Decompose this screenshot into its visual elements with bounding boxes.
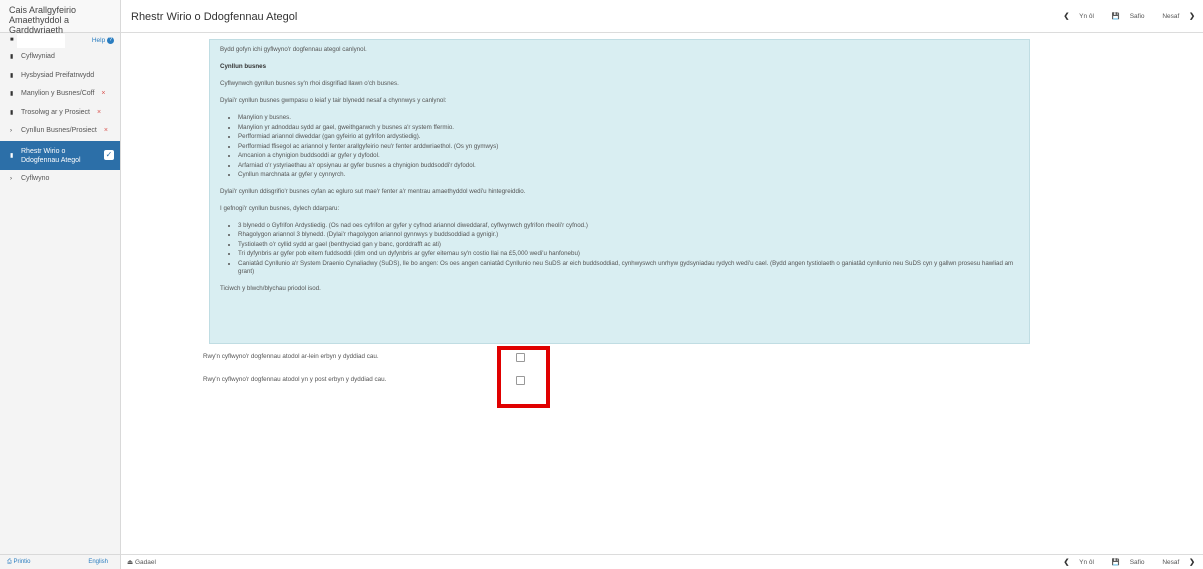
supporting-docs-list: 3 blynedd o Gyfrifon Ardystiedig. (Os na… bbox=[220, 222, 1019, 277]
check-icon: ✓ bbox=[104, 149, 114, 160]
error-icon: × bbox=[101, 90, 106, 97]
page-title: Rhestr Wirio o Ddogfennau Ategol bbox=[131, 11, 298, 23]
list-item: Manylion yr adnoddau sydd ar gael, gweit… bbox=[238, 124, 1019, 133]
print-label: Printio bbox=[13, 559, 31, 565]
chevron-right-icon: › bbox=[10, 175, 12, 182]
printer-icon: ⎙ bbox=[7, 559, 12, 565]
chevron-right-icon: › bbox=[10, 128, 12, 134]
sidebar-item-cynllun-busnes[interactable]: › Cynllun Busnes/Prosiect × bbox=[0, 122, 120, 141]
footer-nav-buttons: ❮ Yn ôl 💾 Safio Nesaf ❯ bbox=[1047, 558, 1195, 566]
error-icon: × bbox=[103, 127, 108, 134]
sidebar-item-rhestr-wirio[interactable]: ▮ Rhestr Wirio o Ddogfennau Ategol ✓ bbox=[0, 140, 120, 170]
list-item: 3 blynedd o Gyfrifon Ardystiedig. (Os na… bbox=[238, 222, 1019, 231]
info-intro: Bydd gofyn ichi gyflwyno'r dogfennau ate… bbox=[220, 46, 367, 53]
list-item: Manylion y busnes. bbox=[238, 114, 1019, 123]
next-button[interactable]: Nesaf ❯ bbox=[1154, 559, 1195, 566]
error-icon: × bbox=[96, 108, 102, 116]
document-icon: ▮ bbox=[10, 54, 14, 60]
exit-button[interactable]: ⏏ Gadael bbox=[127, 558, 156, 566]
document-icon: ▮ bbox=[10, 152, 14, 159]
list-item: Perfformiad ariannol diweddar (gan gyfei… bbox=[238, 133, 1019, 142]
sidebar-item-label: Cynllun Busnes/Prosiect bbox=[21, 127, 97, 134]
list-item: Caniatâd Cynllunio a'r System Draenio Cy… bbox=[238, 260, 1019, 277]
help-link[interactable]: Help ? bbox=[92, 37, 114, 44]
info-paragraph: Cyflwynwch gynllun busnes sy'n rhoi disg… bbox=[220, 80, 399, 87]
info-heading: Cynllun busnes bbox=[220, 63, 267, 70]
list-item: Tystiolaeth o'r cyllid sydd ar gael (ben… bbox=[238, 241, 1019, 250]
header-nav-buttons: ❮ Yn ôl 💾 Safio Nesaf ❯ bbox=[1047, 12, 1195, 20]
sidebar: Cais Arallgyfeirio Amaethyddol a Garddwr… bbox=[0, 0, 121, 569]
list-item: Cynllun marchnata ar gyfer y cynnyrch. bbox=[238, 171, 1019, 180]
back-button[interactable]: ❮ Yn ôl bbox=[1055, 559, 1094, 566]
document-icon: ▮ bbox=[10, 91, 14, 97]
eject-icon: ⏏ bbox=[127, 559, 134, 566]
app-title-line1: Cais Arallgyfeirio bbox=[9, 5, 77, 15]
info-paragraph: Dylai'r cynllun busnes gwmpasu o leiaf y… bbox=[220, 97, 447, 104]
checkbox-label-online: Rwy'n cyflwyno'r dogfennau atodol ar-lei… bbox=[203, 353, 379, 360]
sidebar-item-label: Cyflwyniad bbox=[21, 53, 55, 60]
sidebar-item-trosolwg-prosiect[interactable]: ▮ Trosolwg ar y Prosiect × bbox=[0, 104, 120, 123]
sidebar-item-label: Cyflwyno bbox=[21, 174, 50, 182]
user-row: ■ Help ? bbox=[0, 33, 120, 48]
question-circle-icon: ? bbox=[107, 37, 114, 44]
info-paragraph: Ticiwch y blwch/blychau priodol isod. bbox=[220, 284, 321, 292]
footer: ⏏ Gadael ❮ Yn ôl 💾 Safio Nesaf ❯ bbox=[121, 554, 1203, 569]
next-button[interactable]: Nesaf ❯ bbox=[1154, 13, 1195, 20]
sidebar-item-label: Hysbysiad Preifatrwydd bbox=[21, 71, 95, 79]
list-item: Amcanion a chynigion buddsoddi ar gyfer … bbox=[238, 152, 1019, 161]
checkbox-label-post: Rwy'n cyflwyno'r dogfennau atodol yn y p… bbox=[203, 376, 387, 383]
save-button[interactable]: 💾 Safio bbox=[1104, 13, 1145, 20]
info-paragraph: Dylai'r cynllun ddisgrifio'r busnes cyfa… bbox=[220, 187, 526, 195]
app-title-line2: Amaethyddol a Garddwriaeth bbox=[9, 15, 70, 35]
info-panel: Bydd gofyn ichi gyflwyno'r dogfennau ate… bbox=[209, 39, 1030, 344]
sidebar-item-label: Trosolwg ar y Prosiect bbox=[21, 108, 90, 116]
save-button[interactable]: 💾 Safio bbox=[1104, 559, 1145, 566]
back-button[interactable]: ❮ Yn ôl bbox=[1055, 13, 1094, 20]
save-icon: 💾 bbox=[1111, 13, 1120, 20]
user-name-redacted bbox=[17, 34, 65, 48]
list-item: Rhagolygon ariannol 3 blynedd. (Dylai'r … bbox=[238, 231, 1019, 240]
chevron-left-icon: ❮ bbox=[1063, 13, 1070, 20]
sidebar-footer: ⎙ Printio English bbox=[0, 554, 120, 569]
sidebar-item-hysbysiad-preifatrwydd[interactable]: ▮ Hysbysiad Preifatrwydd bbox=[0, 67, 120, 86]
chevron-right-icon: ❯ bbox=[1189, 13, 1195, 20]
sidebar-item-cyflwyno[interactable]: › Cyflwyno bbox=[0, 170, 120, 189]
help-label: Help bbox=[91, 37, 106, 45]
header: Rhestr Wirio o Ddogfennau Ategol ❮ Yn ôl… bbox=[121, 0, 1203, 33]
document-icon: ▮ bbox=[10, 72, 14, 79]
save-icon: 💾 bbox=[1111, 559, 1120, 566]
sidebar-item-label: Manylion y Busnes/Coff bbox=[21, 90, 95, 97]
chevron-right-icon: ❯ bbox=[1189, 559, 1195, 566]
list-item: Perfformiad ffisegol ac ariannol y fente… bbox=[238, 143, 1019, 152]
info-paragraph: I gefnogi'r cynllun busnes, dylech ddarp… bbox=[220, 204, 340, 212]
document-icon: ▮ bbox=[10, 109, 14, 116]
list-item: Arfarniad o'r ystyriaethau a'r opsiynau … bbox=[238, 162, 1019, 171]
app-title: Cais Arallgyfeirio Amaethyddol a Garddwr… bbox=[0, 0, 120, 35]
highlight-box bbox=[497, 346, 550, 408]
requirements-list: Manylion y busnes. Manylion yr adnoddau … bbox=[220, 114, 1019, 180]
english-link[interactable]: English bbox=[88, 559, 108, 565]
list-item: Tri dyfynbris ar gyfer pob eitem fuddsod… bbox=[238, 250, 1019, 259]
print-link[interactable]: ⎙ Printio bbox=[7, 559, 31, 566]
sidebar-item-manylion-busnes[interactable]: ▮ Manylion y Busnes/Coff × bbox=[0, 85, 120, 104]
chevron-left-icon: ❮ bbox=[1063, 559, 1070, 566]
user-icon: ■ bbox=[10, 37, 14, 43]
sidebar-item-cyflwyniad[interactable]: ▮ Cyflwyniad bbox=[0, 48, 120, 67]
